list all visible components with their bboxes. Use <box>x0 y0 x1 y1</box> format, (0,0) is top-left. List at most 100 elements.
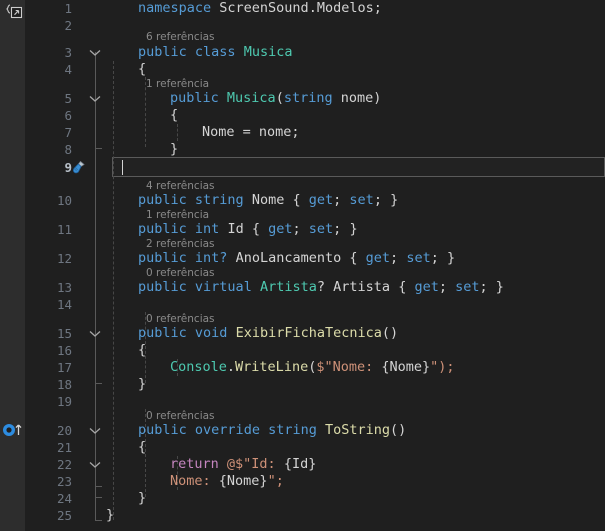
token-semicolon: ; <box>430 250 447 266</box>
token-keyword-set: set <box>455 279 480 295</box>
line-number: 25 <box>56 508 72 523</box>
line-number: 10 <box>56 193 72 208</box>
fold-chevron-line22[interactable] <box>86 456 104 473</box>
codelens-references[interactable]: 1 referência <box>146 208 209 222</box>
fold-chevron-line5[interactable] <box>86 90 104 107</box>
codelens-references[interactable]: 0 referências <box>146 266 215 280</box>
token-ctor-name: Musica <box>226 90 276 106</box>
line-number: 6 <box>64 108 72 123</box>
line-number: 17 <box>56 360 72 375</box>
token-brace-close: } <box>170 141 179 157</box>
token-brace-open: { <box>138 61 147 77</box>
token-semicolon: ; <box>438 279 456 295</box>
fold-chevron-line15[interactable] <box>86 325 104 342</box>
line-number: 23 <box>56 474 72 489</box>
token-interpolation: {Nome} <box>218 473 268 489</box>
codelens-references[interactable]: 6 referências <box>146 30 215 44</box>
token-type-nullable-int: int? <box>194 250 228 266</box>
code-line-6[interactable]: { <box>170 107 178 124</box>
line-number: 16 <box>56 343 72 358</box>
code-line-4[interactable]: { <box>138 61 146 78</box>
token-string-start: @$"Id: <box>226 456 284 472</box>
line-number-active: 9 <box>64 160 72 175</box>
token-property-name: AnoLancamento <box>235 250 342 266</box>
codelens-references[interactable]: 1 referência <box>146 77 209 91</box>
token-brace-open: { <box>251 221 269 237</box>
codelens-references[interactable]: 4 referências <box>146 179 215 193</box>
code-line-1[interactable]: namespace ScreenSound.Modelos; <box>138 0 382 17</box>
token-brace-open: { <box>138 342 147 358</box>
token-keyword: string <box>194 192 244 208</box>
token-brace-open: { <box>349 250 366 266</box>
code-editor[interactable]: 1 2 3 4 5 6 7 8 9 10 11 12 13 14 15 16 1… <box>0 0 605 531</box>
token-semicolon: ; <box>291 124 300 140</box>
codelens-references[interactable]: 0 referências <box>146 409 215 423</box>
fold-bracket-end <box>95 486 102 487</box>
token-brace-close: } <box>446 250 456 266</box>
token-keyword-return: return <box>170 456 219 472</box>
code-line-5[interactable]: public Musica(string nome) <box>170 90 381 107</box>
code-text-area[interactable]: 6 referências 1 referência 4 referências… <box>106 0 605 531</box>
token-semicolon: ; <box>333 192 350 208</box>
fold-chevron-line3[interactable] <box>86 44 104 61</box>
folding-gutter[interactable] <box>86 0 108 531</box>
token-interpolation: {Id} <box>283 456 317 472</box>
code-line-13[interactable]: public virtual Artista? Artista { get; s… <box>138 279 504 296</box>
token-semicolon: ; <box>479 279 496 295</box>
token-method-name: ToString <box>325 422 391 438</box>
code-line-11[interactable]: public int Id { get; set; } <box>138 221 358 238</box>
code-line-12[interactable]: public int? AnoLancamento { get; set; } <box>138 250 455 267</box>
line-number: 1 <box>64 1 72 16</box>
code-line-17[interactable]: Console.WriteLine($"Nome: {Nome}"); <box>170 359 455 376</box>
token-brace-close: } <box>106 507 115 523</box>
code-line-15[interactable]: public void ExibirFichaTecnica() <box>138 325 398 342</box>
line-number-gutter: 1 2 3 4 5 6 7 8 9 10 11 12 13 14 15 16 1… <box>25 0 80 531</box>
code-line-23[interactable]: Nome: {Nome}"; <box>170 473 284 490</box>
fold-chevron-line20[interactable] <box>86 422 104 439</box>
code-line-7[interactable]: Nome = nome; <box>202 124 300 141</box>
token-brace-close: } <box>138 376 147 392</box>
screwdriver-icon[interactable] <box>68 159 86 175</box>
token-string-end: "); <box>430 359 455 375</box>
code-line-21[interactable]: { <box>138 439 146 456</box>
token-string-start: $"Nome: <box>316 359 382 375</box>
code-line-8[interactable]: } <box>170 141 178 158</box>
token-keyword-get: get <box>414 279 439 295</box>
line-number: 7 <box>64 125 72 140</box>
line-number: 3 <box>64 45 72 60</box>
fold-bracket-end <box>95 148 102 149</box>
code-line-10[interactable]: public string Nome { get; set; } <box>138 192 398 209</box>
token-type-name: Musica <box>243 44 293 60</box>
code-line-3[interactable]: public class Musica <box>138 44 292 61</box>
code-line-24[interactable]: } <box>138 490 146 507</box>
token-semicolon: ; <box>333 221 350 237</box>
token-keyword: override <box>194 422 260 438</box>
line-number: 24 <box>56 491 72 506</box>
token-keyword: public <box>138 44 187 60</box>
line-number: 18 <box>56 377 72 392</box>
override-arrow-icon[interactable] <box>2 422 26 438</box>
token-brace-open: { <box>398 279 415 295</box>
token-keyword-set: set <box>406 250 431 266</box>
code-line-22[interactable]: return @$"Id: {Id} <box>170 456 316 473</box>
line-number: 13 <box>56 280 72 295</box>
codelens-references[interactable]: 0 referências <box>146 312 215 326</box>
braces-popout-icon[interactable] <box>3 2 25 24</box>
codelens-references[interactable]: 2 referências <box>146 237 215 251</box>
token-semicolon: ; <box>390 250 407 266</box>
code-line-20[interactable]: public override string ToString() <box>138 422 406 439</box>
token-keyword: string <box>268 422 317 438</box>
line-number: 11 <box>56 222 72 237</box>
code-line-16[interactable]: { <box>138 342 146 359</box>
code-line-18[interactable]: } <box>138 376 146 393</box>
token-brace-close: } <box>349 221 358 237</box>
glyph-margin[interactable] <box>0 0 25 531</box>
token-keyword: public <box>138 279 187 295</box>
code-line-25[interactable]: } <box>106 507 114 524</box>
